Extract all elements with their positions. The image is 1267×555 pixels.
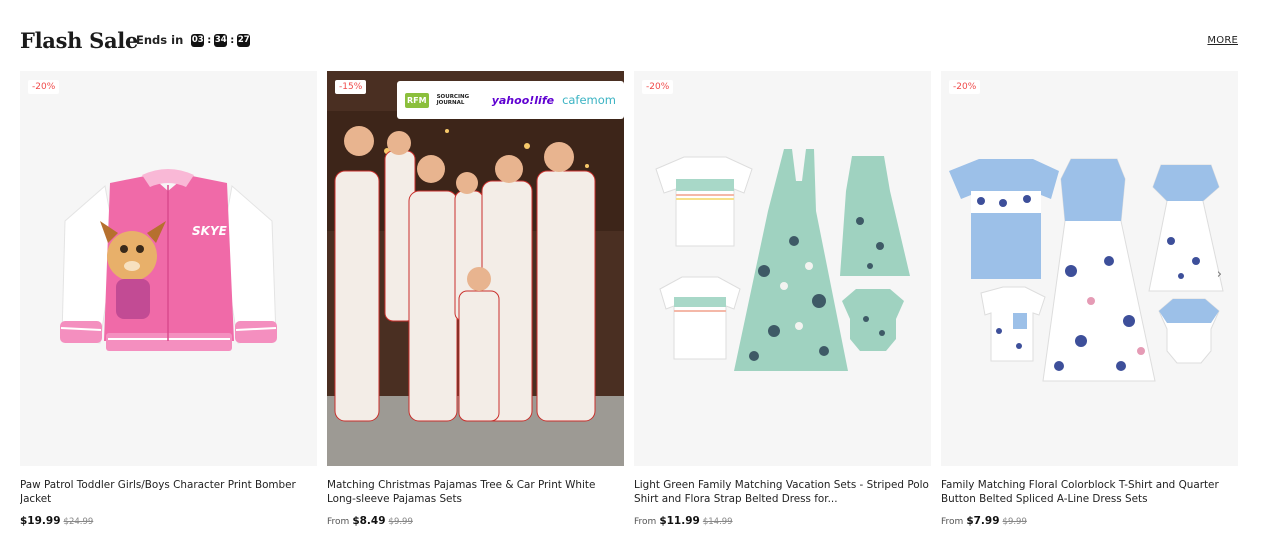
floral-family-set-image [949,158,1224,382]
rfm-logo: RFM [405,92,429,108]
original-price: $9.99 [1002,517,1027,527]
from-label: From [941,517,964,527]
price-row: From $7.99 $9.99 [941,515,1238,527]
timer-separator: : [230,34,235,46]
price-row: From $8.49 $9.99 [327,515,624,527]
product-image[interactable]: -20% › [941,71,1238,466]
sourcing-journal-logo: SOURCING JOURNAL [436,94,470,106]
product-image[interactable]: -20% [634,71,931,466]
product-name[interactable]: Light Green Family Matching Vacation Set… [634,478,931,506]
product-name[interactable]: Family Matching Floral Colorblock T-Shir… [941,478,1238,506]
press-logos: RFM SOURCING JOURNAL yahoo!life cafemom [397,81,624,119]
discount-badge: -15% [335,80,367,94]
original-price: $14.99 [702,517,733,527]
product-card[interactable]: -15% RFM SOURCING JOURNAL yahoo!life caf… [327,71,624,527]
jacket-print-text: SKYE [192,224,228,238]
sale-price: $11.99 [659,515,700,527]
sale-price: $19.99 [20,515,61,527]
bomber-jacket-image: SKYE [60,169,277,351]
flash-sale-header: Flash Sale Ends in 03 : 34 : 27 MORE [20,28,1238,58]
original-price: $9.99 [388,517,413,527]
product-name[interactable]: Paw Patrol Toddler Girls/Boys Character … [20,478,317,506]
countdown: Ends in 03 : 34 : 27 [136,33,251,47]
chevron-right-icon[interactable]: › [1217,267,1222,282]
original-price: $24.99 [63,517,94,527]
family-pajamas-photo [327,71,624,466]
price-row: $19.99 $24.99 [20,515,317,527]
timer-minutes: 34 [214,33,228,47]
sale-price: $7.99 [966,515,1000,527]
product-name[interactable]: Matching Christmas Pajamas Tree & Car Pr… [327,478,624,506]
yahoo-life-logo: yahoo!life [491,93,555,107]
product-card[interactable]: -20% › Family Matching Floral Colorblock [941,71,1238,527]
product-image[interactable]: -15% RFM SOURCING JOURNAL yahoo!life caf… [327,71,624,466]
mint-family-set-image [655,149,910,371]
timer-hours: 03 [191,33,205,47]
from-label: From [634,517,657,527]
product-card[interactable]: -20% SKYE Paw Patrol Toddler Girls/Boys … [20,71,317,527]
more-link[interactable]: MORE [1207,35,1238,46]
timer-separator: : [207,34,212,46]
cafemom-logo: cafemom [562,93,616,107]
sale-price: $8.49 [352,515,386,527]
section-title: Flash Sale [20,28,139,53]
ends-in-label: Ends in [136,33,184,47]
discount-badge: -20% [28,80,60,94]
product-card[interactable]: -20% Light Green Family Matching Vacatio… [634,71,931,527]
price-row: From $11.99 $14.99 [634,515,931,527]
product-image[interactable]: -20% SKYE [20,71,317,466]
timer-seconds: 27 [237,33,251,47]
discount-badge: -20% [949,80,981,94]
discount-badge: -20% [642,80,674,94]
from-label: From [327,517,350,527]
